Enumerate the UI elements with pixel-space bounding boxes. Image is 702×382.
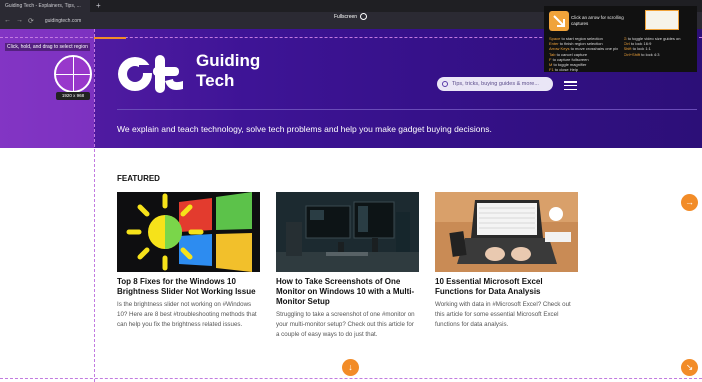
help-text: to close Help xyxy=(554,67,578,73)
crosshair-vertical xyxy=(94,29,95,382)
reload-button[interactable]: ⟳ xyxy=(28,17,34,25)
brand-line-2: Tech xyxy=(196,71,235,90)
cursor-coordinates: 1920 x 968 xyxy=(56,92,90,100)
capture-help-panel: Click an arrow for scrolling captures Sp… xyxy=(544,6,697,72)
header-divider xyxy=(117,109,697,110)
browser-tab[interactable]: Guiding Tech - Explainers, Tips, ... xyxy=(0,0,90,12)
capture-preview xyxy=(645,10,679,30)
article-excerpt: Working with data in #Microsoft Excel? C… xyxy=(435,301,571,328)
scroll-right-button[interactable]: → xyxy=(681,194,698,211)
fullscreen-icon xyxy=(360,13,368,20)
back-button[interactable]: ← xyxy=(4,17,11,24)
scroll-diagonal-button[interactable]: ↘ xyxy=(681,359,698,376)
help-title: Click an arrow for scrolling captures xyxy=(571,15,624,26)
forward-button[interactable]: → xyxy=(16,17,23,24)
article-title[interactable]: How to Take Screenshots of One Monitor o… xyxy=(276,277,419,307)
brand-name[interactable]: Guiding Tech xyxy=(196,51,260,91)
new-tab-button[interactable]: + xyxy=(96,0,101,12)
brand-line-1: Guiding xyxy=(196,51,261,70)
help-key: F1 xyxy=(549,67,554,73)
search-input[interactable]: Tips, tricks, buying guides & more... xyxy=(437,77,553,91)
featured-heading: FEATURED xyxy=(117,174,160,183)
article-thumbnail[interactable] xyxy=(276,192,419,272)
search-icon xyxy=(442,81,448,87)
url-field[interactable]: guidingtech.com xyxy=(45,18,81,24)
site-tagline: We explain and teach technology, solve t… xyxy=(117,124,492,134)
screenshot-root: Guiding Tech - Explainers, Tips, ... + ←… xyxy=(0,0,702,382)
article-excerpt: Is the brightness slider not working on … xyxy=(117,301,257,328)
article-card[interactable]: How to Take Screenshots of One Monitor o… xyxy=(276,192,419,339)
article-card[interactable]: Top 8 Fixes for the Windows 10 Brightnes… xyxy=(117,192,260,329)
search-placeholder: Tips, tricks, buying guides & more... xyxy=(452,81,539,87)
article-thumbnail[interactable] xyxy=(435,192,578,272)
guiding-tech-logo[interactable] xyxy=(117,51,187,97)
hamburger-menu-icon[interactable] xyxy=(564,81,577,90)
scroll-arrow-icon[interactable] xyxy=(549,11,569,31)
magnifier-icon xyxy=(54,55,92,93)
article-title[interactable]: 10 Essential Microsoft Excel Functions f… xyxy=(435,277,578,297)
help-rows: Space to start region selection G to togg… xyxy=(549,36,692,72)
article-thumbnail[interactable] xyxy=(117,192,260,272)
fullscreen-toggle[interactable]: Fullscreen xyxy=(334,13,368,20)
capture-hint: Click, hold, and drag to select region xyxy=(5,43,90,51)
selection-edge xyxy=(94,37,126,39)
selection-border-bottom xyxy=(0,378,702,379)
help-row xyxy=(624,67,693,72)
article-card[interactable]: 10 Essential Microsoft Excel Functions f… xyxy=(435,192,578,329)
help-row: F1 to close Help xyxy=(549,67,618,72)
article-excerpt: Struggling to take a screenshot of one #… xyxy=(276,311,415,338)
article-title[interactable]: Top 8 Fixes for the Windows 10 Brightnes… xyxy=(117,277,260,297)
fullscreen-label: Fullscreen xyxy=(334,13,358,20)
scroll-down-button[interactable]: ↓ xyxy=(342,359,359,376)
